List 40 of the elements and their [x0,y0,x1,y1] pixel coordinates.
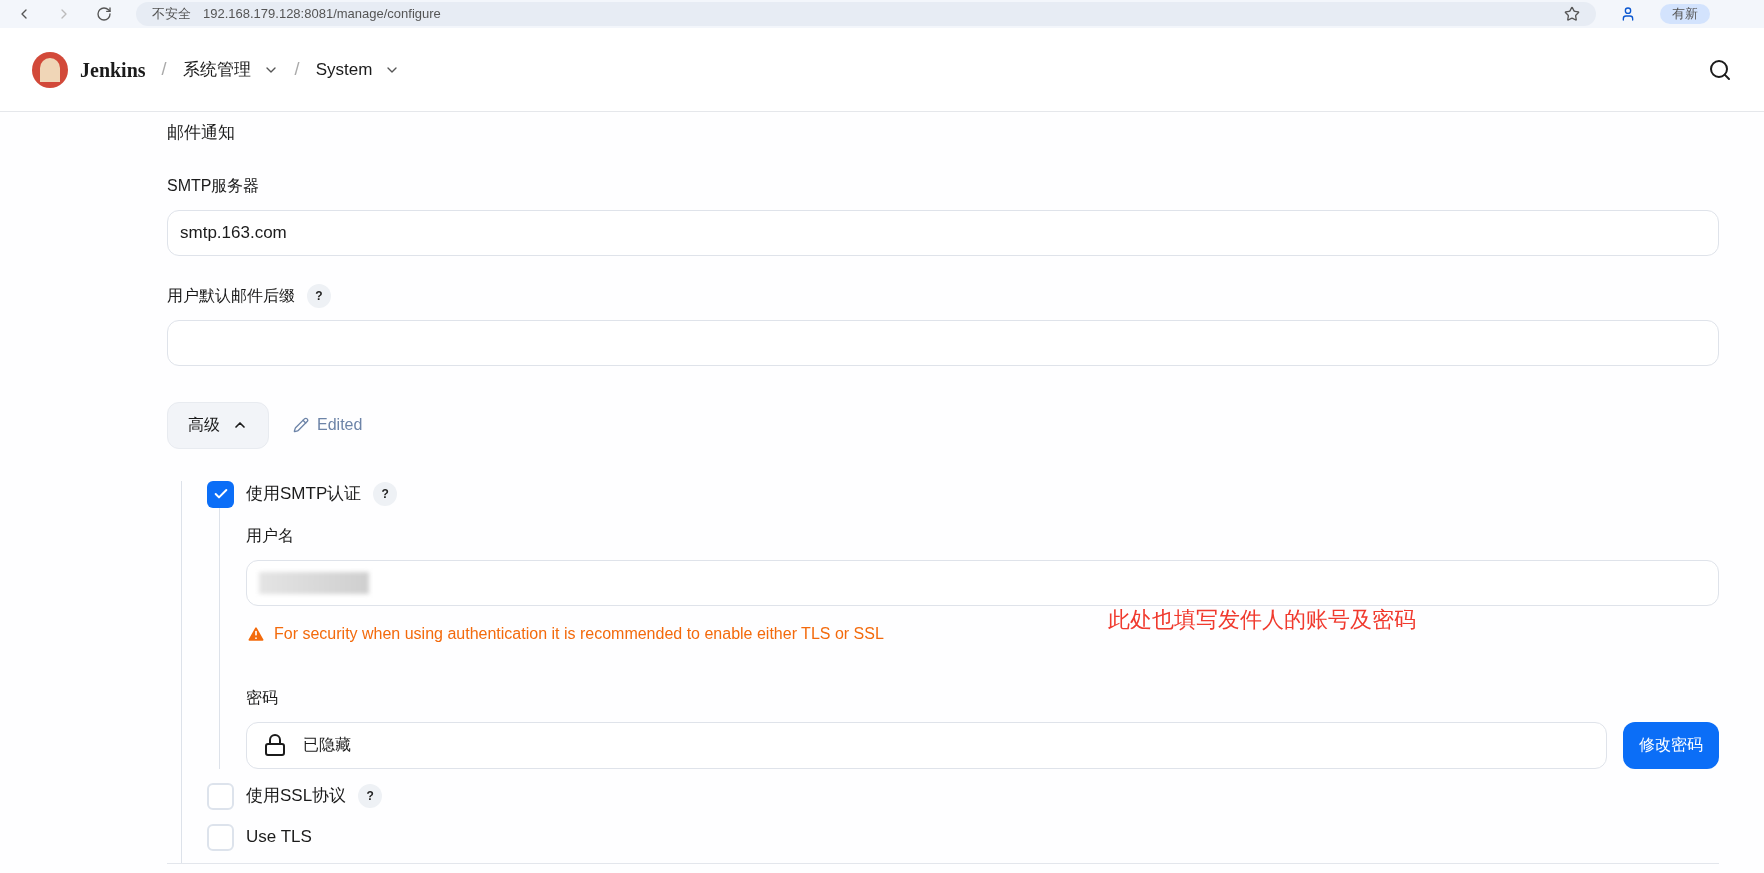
field-label: 用户名 [246,525,295,546]
input-field[interactable]: smtp.163.com [167,209,1719,256]
breadcrumb-separator: / [161,58,167,81]
breadcrumb-link[interactable]: 系统管理 [182,56,251,83]
update-button[interactable]: 有新 [1660,4,1710,24]
pencil-icon [293,417,309,433]
help-button[interactable]: ? [373,482,398,506]
change-password-button[interactable]: 修改密码 [1623,721,1719,769]
checkbox-label[interactable]: Use TLS [246,824,312,850]
help-button[interactable]: ? [307,283,331,308]
brand-name[interactable]: Jenkins [80,54,146,85]
field-label: SMTP服务器 [167,175,260,196]
security-label: 不安全 [152,5,191,24]
address-bar[interactable]: 不安全 192.168.179.128:8081/manage/configure [136,2,1596,26]
field-label: 用户默认邮件后缀 [167,285,295,306]
annotation-text: 此处也填写发件人的账号及密码 [1108,606,1416,634]
field-label: 密码 [246,687,279,708]
url-text: 192.168.179.128:8081/manage/configure [203,5,441,24]
input-field[interactable] [167,319,1719,366]
checkbox-label[interactable]: 使用SMTP认证 [246,481,362,507]
checkbox[interactable] [207,480,234,508]
password-field[interactable]: 已隐藏 [246,721,1607,769]
checkbox[interactable] [207,823,234,851]
breadcrumb-link[interactable]: System [315,56,373,83]
profile-icon[interactable] [1620,6,1636,22]
breadcrumb-separator: / [294,58,300,81]
password-value: 已隐藏 [303,735,351,755]
reload-icon[interactable] [96,6,112,22]
lock-icon [263,733,287,757]
advanced-button[interactable]: 高级 [167,401,269,449]
input-field[interactable] [246,559,1719,606]
section-title: 邮件通知 [167,122,236,144]
bookmark-star-icon[interactable] [1564,6,1580,22]
search-icon[interactable] [1708,57,1732,82]
checkbox[interactable] [207,782,234,810]
checkbox-label[interactable]: 使用SSL协议 [246,783,347,809]
warning-message: For security when using authentication it is recommended to enable either TLS or SSL [274,623,884,644]
help-button[interactable]: ? [358,784,383,808]
jenkins-logo-icon [32,51,68,88]
edited-label: Edited [317,415,363,435]
